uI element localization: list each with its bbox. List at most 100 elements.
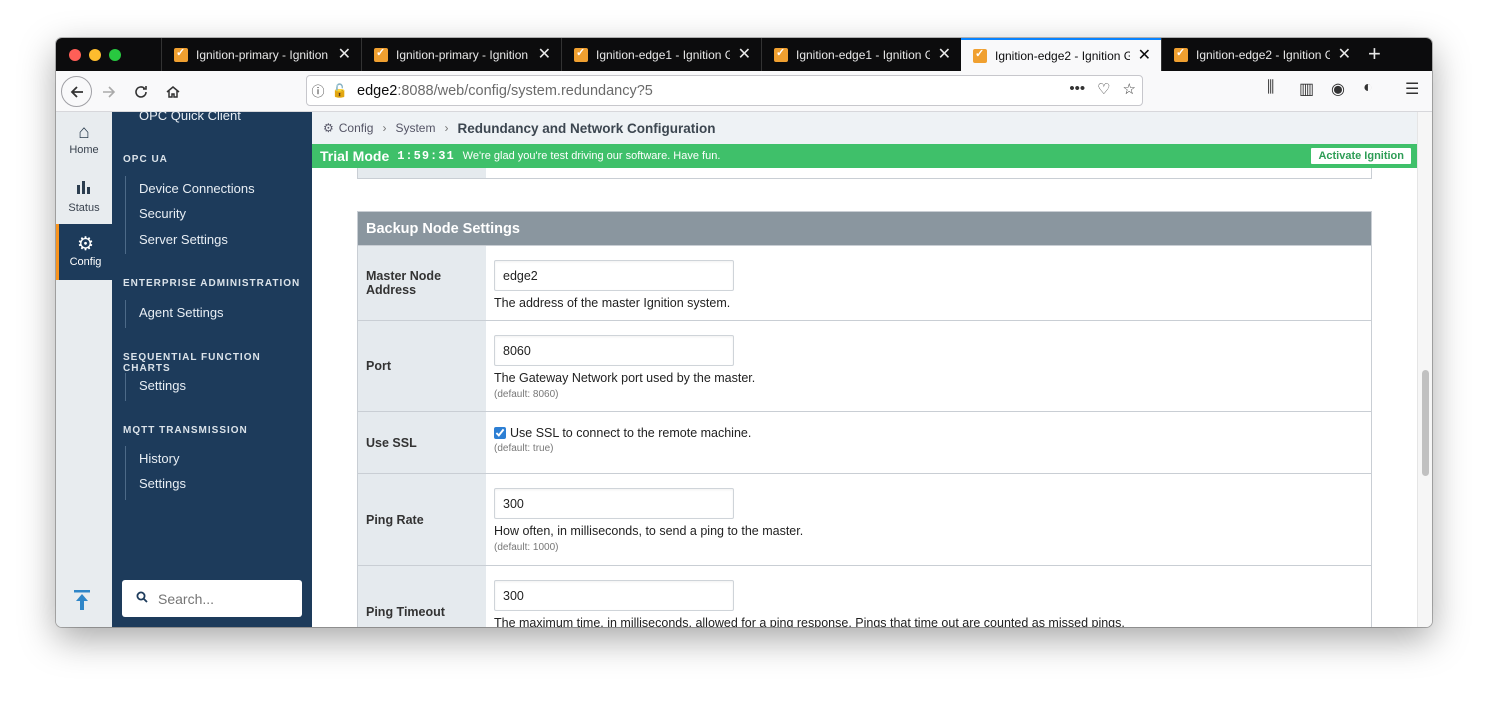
rail-label: Config: [69, 256, 102, 268]
nav-link-agent-settings[interactable]: Agent Settings: [139, 305, 224, 320]
url-bar[interactable]: ⓘ 🔓 edge2:8088/web/config/system.redunda…: [306, 75, 1143, 106]
browser-tab-2[interactable]: Ignition-primary - Ignition Gateway ✕: [361, 38, 561, 71]
setting-row-port: Port The Gateway Network port used by th…: [358, 320, 1371, 411]
insecure-lock-icon[interactable]: 🔓: [329, 83, 351, 99]
setting-description: Use SSL to connect to the remote machine…: [510, 426, 752, 440]
rail-item-config[interactable]: ⚙ Config: [56, 224, 112, 280]
config-nav-panel: OPC Quick Client OPC UA Device Connectio…: [112, 108, 312, 627]
search-icon: [136, 591, 148, 606]
ping-rate-input[interactable]: [494, 488, 734, 519]
setting-description: How often, in milliseconds, to send a pi…: [494, 524, 804, 538]
browser-tab-5-active[interactable]: Ignition-edge2 - Ignition Gateway ✕: [961, 38, 1161, 71]
nav-section-mqtt-transmission: MQTT TRANSMISSION: [123, 425, 248, 436]
bookmark-star-icon[interactable]: ☆: [1123, 80, 1136, 98]
info-icon[interactable]: ⓘ: [307, 81, 329, 100]
activate-ignition-button[interactable]: Activate Ignition: [1311, 148, 1411, 164]
nav-link-mqtt-settings[interactable]: Settings: [139, 476, 186, 491]
breadcrumb: ⚙ Config › System › Redundancy and Netwo…: [312, 112, 1417, 144]
browser-tab-1[interactable]: Ignition-primary - Ignition Gateway ✕: [161, 38, 361, 71]
collapse-sidebar-icon[interactable]: [73, 589, 91, 617]
new-tab-button[interactable]: +: [1368, 42, 1381, 66]
setting-description: The Gateway Network port used by the mas…: [494, 371, 756, 385]
tab-title: Ignition-edge1 - Ignition Gateway: [596, 47, 730, 62]
tab-close-icon[interactable]: ✕: [1138, 47, 1151, 63]
home-button[interactable]: [160, 79, 186, 105]
nav-search-input[interactable]: [158, 590, 288, 607]
rail-item-status[interactable]: Status: [56, 168, 112, 224]
menu-hamburger-icon[interactable]: ☰: [1405, 79, 1419, 99]
page-scrollbar[interactable]: [1417, 112, 1432, 627]
nav-tree-line: [125, 176, 126, 254]
master-node-address-input[interactable]: [494, 260, 734, 291]
setting-content: The Gateway Network port used by the mas…: [486, 321, 1371, 411]
setting-content: Use SSL to connect to the remote machine…: [486, 412, 1371, 473]
port-input[interactable]: [494, 335, 734, 366]
ignition-favicon-icon: [174, 46, 188, 62]
tab-title: Ignition-edge2 - Ignition Gateway: [995, 48, 1130, 63]
ignition-favicon-icon: [774, 46, 788, 62]
minimize-window-button[interactable]: [89, 49, 101, 61]
browser-tab-3[interactable]: Ignition-edge1 - Ignition Gateway ✕: [561, 38, 761, 71]
bar-chart-icon: [56, 178, 112, 202]
previous-settings-block: [357, 168, 1372, 179]
maximize-window-button[interactable]: [109, 49, 121, 61]
nav-tree-line: [125, 300, 126, 328]
tab-close-icon[interactable]: ✕: [538, 46, 551, 62]
back-button[interactable]: [61, 76, 92, 107]
page-actions-icon[interactable]: •••: [1069, 80, 1085, 98]
tab-close-icon[interactable]: ✕: [738, 46, 751, 62]
nav-section-opc-ua: OPC UA: [123, 154, 168, 165]
chevron-right-icon: ›: [444, 121, 449, 135]
tab-close-icon[interactable]: ✕: [938, 46, 951, 62]
rail-label: Home: [69, 144, 99, 156]
breadcrumb-system[interactable]: System: [395, 121, 435, 135]
tab-close-icon[interactable]: ✕: [338, 46, 351, 62]
sidebar-toggle-icon[interactable]: ▥: [1299, 79, 1314, 99]
ping-timeout-input[interactable]: [494, 580, 734, 611]
nav-link-opc-quick-client[interactable]: OPC Quick Client: [139, 108, 241, 123]
setting-default: (default: true): [494, 443, 554, 454]
arrow-left-icon: [70, 85, 83, 98]
pocket-icon[interactable]: ♡: [1097, 80, 1110, 98]
url-path: :8088/web/config/system.redundancy?5: [397, 82, 653, 99]
backup-node-settings-table: Backup Node Settings Master Node Address…: [357, 211, 1372, 627]
nav-search-box[interactable]: [122, 580, 302, 617]
nav-tree-line: [125, 373, 126, 401]
account-icon[interactable]: ◉: [1331, 79, 1345, 99]
main-content: ⚙ Config › System › Redundancy and Netwo…: [312, 112, 1417, 627]
gear-icon: ⚙: [323, 121, 334, 135]
forward-button[interactable]: [96, 79, 122, 105]
tab-title: Ignition-edge1 - Ignition Gateway: [796, 47, 930, 62]
ignition-favicon-icon: [374, 46, 388, 62]
nav-link-server-settings[interactable]: Server Settings: [139, 232, 228, 247]
setting-content: The address of the master Ignition syste…: [486, 246, 1371, 320]
library-icon[interactable]: ⫼: [1267, 79, 1274, 97]
reload-button[interactable]: [128, 79, 154, 105]
tab-strip: Ignition-primary - Ignition Gateway ✕ Ig…: [56, 38, 1432, 71]
browser-toolbar: ⓘ 🔓 edge2:8088/web/config/system.redunda…: [56, 71, 1432, 112]
nav-link-security[interactable]: Security: [139, 206, 186, 221]
home-icon: [166, 86, 180, 98]
trial-banner: Trial Mode 1:59:31 We're glad you're tes…: [312, 144, 1417, 168]
use-ssl-checkbox[interactable]: [494, 427, 506, 439]
nav-link-device-connections[interactable]: Device Connections: [139, 181, 255, 196]
tab-close-icon[interactable]: ✕: [1338, 46, 1351, 62]
setting-default: (default: 1000): [494, 542, 559, 553]
rail-item-home[interactable]: ⌂ Home: [56, 112, 112, 168]
extension-icon[interactable]: ◐: [1363, 79, 1373, 97]
browser-tab-6[interactable]: Ignition-edge2 - Ignition Gateway ✕: [1161, 38, 1361, 71]
home-icon: ⌂: [78, 122, 90, 143]
use-ssl-checkbox-label[interactable]: Use SSL to connect to the remote machine…: [494, 426, 1363, 440]
browser-tab-4[interactable]: Ignition-edge1 - Ignition Gateway ✕: [761, 38, 961, 71]
ignition-favicon-icon: [574, 46, 588, 62]
close-window-button[interactable]: [69, 49, 81, 61]
nav-link-sfc-settings[interactable]: Settings: [139, 378, 186, 393]
setting-row-master-node-address: Master Node Address The address of the m…: [358, 245, 1371, 320]
setting-row-ping-timeout: Ping Timeout The maximum time, in millis…: [358, 565, 1371, 627]
setting-description: The maximum time, in milliseconds, allow…: [494, 616, 1125, 627]
setting-label: Port: [358, 321, 486, 411]
setting-row-use-ssl: Use SSL Use SSL to connect to the remote…: [358, 411, 1371, 473]
nav-link-mqtt-history[interactable]: History: [139, 451, 179, 466]
breadcrumb-config[interactable]: Config: [339, 121, 374, 135]
scrollbar-thumb[interactable]: [1422, 370, 1429, 476]
